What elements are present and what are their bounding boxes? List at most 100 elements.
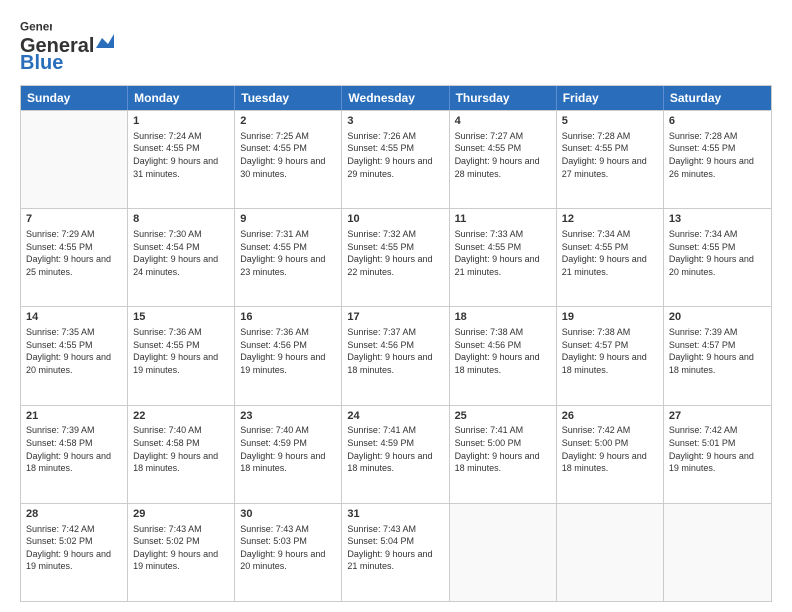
day-cell-5: 5Sunrise: 7:28 AM Sunset: 4:55 PM Daylig… xyxy=(557,111,664,208)
calendar-week-2: 7Sunrise: 7:29 AM Sunset: 4:55 PM Daylig… xyxy=(21,208,771,306)
day-info: Sunrise: 7:35 AM Sunset: 4:55 PM Dayligh… xyxy=(26,326,122,376)
day-info: Sunrise: 7:38 AM Sunset: 4:57 PM Dayligh… xyxy=(562,326,658,376)
day-cell-8: 8Sunrise: 7:30 AM Sunset: 4:54 PM Daylig… xyxy=(128,209,235,306)
day-cell-24: 24Sunrise: 7:41 AM Sunset: 4:59 PM Dayli… xyxy=(342,406,449,503)
day-cell-25: 25Sunrise: 7:41 AM Sunset: 5:00 PM Dayli… xyxy=(450,406,557,503)
day-info: Sunrise: 7:31 AM Sunset: 4:55 PM Dayligh… xyxy=(240,228,336,278)
day-cell-18: 18Sunrise: 7:38 AM Sunset: 4:56 PM Dayli… xyxy=(450,307,557,404)
logo-blue-text: Blue xyxy=(20,52,63,75)
day-info: Sunrise: 7:42 AM Sunset: 5:00 PM Dayligh… xyxy=(562,424,658,474)
day-number: 9 xyxy=(240,212,336,227)
day-cell-6: 6Sunrise: 7:28 AM Sunset: 4:55 PM Daylig… xyxy=(664,111,771,208)
day-cell-14: 14Sunrise: 7:35 AM Sunset: 4:55 PM Dayli… xyxy=(21,307,128,404)
day-info: Sunrise: 7:40 AM Sunset: 4:59 PM Dayligh… xyxy=(240,424,336,474)
day-info: Sunrise: 7:34 AM Sunset: 4:55 PM Dayligh… xyxy=(669,228,766,278)
day-cell-21: 21Sunrise: 7:39 AM Sunset: 4:58 PM Dayli… xyxy=(21,406,128,503)
day-info: Sunrise: 7:43 AM Sunset: 5:02 PM Dayligh… xyxy=(133,523,229,573)
day-cell-23: 23Sunrise: 7:40 AM Sunset: 4:59 PM Dayli… xyxy=(235,406,342,503)
empty-cell xyxy=(21,111,128,208)
day-info: Sunrise: 7:43 AM Sunset: 5:03 PM Dayligh… xyxy=(240,523,336,573)
day-cell-7: 7Sunrise: 7:29 AM Sunset: 4:55 PM Daylig… xyxy=(21,209,128,306)
day-number: 4 xyxy=(455,114,551,129)
day-info: Sunrise: 7:26 AM Sunset: 4:55 PM Dayligh… xyxy=(347,130,443,180)
day-cell-26: 26Sunrise: 7:42 AM Sunset: 5:00 PM Dayli… xyxy=(557,406,664,503)
day-info: Sunrise: 7:42 AM Sunset: 5:02 PM Dayligh… xyxy=(26,523,122,573)
day-number: 15 xyxy=(133,310,229,325)
day-number: 28 xyxy=(26,507,122,522)
day-info: Sunrise: 7:41 AM Sunset: 5:00 PM Dayligh… xyxy=(455,424,551,474)
header-day-tuesday: Tuesday xyxy=(235,86,342,110)
page: General General Blue SundayMondayTuesday… xyxy=(0,0,792,612)
day-number: 31 xyxy=(347,507,443,522)
day-cell-27: 27Sunrise: 7:42 AM Sunset: 5:01 PM Dayli… xyxy=(664,406,771,503)
day-info: Sunrise: 7:30 AM Sunset: 4:54 PM Dayligh… xyxy=(133,228,229,278)
day-number: 22 xyxy=(133,409,229,424)
day-number: 18 xyxy=(455,310,551,325)
header: General General Blue xyxy=(20,18,772,75)
day-cell-1: 1Sunrise: 7:24 AM Sunset: 4:55 PM Daylig… xyxy=(128,111,235,208)
day-number: 5 xyxy=(562,114,658,129)
calendar-week-3: 14Sunrise: 7:35 AM Sunset: 4:55 PM Dayli… xyxy=(21,306,771,404)
calendar-header: SundayMondayTuesdayWednesdayThursdayFrid… xyxy=(21,86,771,110)
day-number: 2 xyxy=(240,114,336,129)
day-cell-15: 15Sunrise: 7:36 AM Sunset: 4:55 PM Dayli… xyxy=(128,307,235,404)
day-cell-30: 30Sunrise: 7:43 AM Sunset: 5:03 PM Dayli… xyxy=(235,504,342,601)
day-cell-4: 4Sunrise: 7:27 AM Sunset: 4:55 PM Daylig… xyxy=(450,111,557,208)
day-number: 13 xyxy=(669,212,766,227)
calendar-week-5: 28Sunrise: 7:42 AM Sunset: 5:02 PM Dayli… xyxy=(21,503,771,601)
day-number: 8 xyxy=(133,212,229,227)
header-day-monday: Monday xyxy=(128,86,235,110)
day-number: 16 xyxy=(240,310,336,325)
day-cell-16: 16Sunrise: 7:36 AM Sunset: 4:56 PM Dayli… xyxy=(235,307,342,404)
day-cell-17: 17Sunrise: 7:37 AM Sunset: 4:56 PM Dayli… xyxy=(342,307,449,404)
day-number: 6 xyxy=(669,114,766,129)
empty-cell xyxy=(664,504,771,601)
day-info: Sunrise: 7:38 AM Sunset: 4:56 PM Dayligh… xyxy=(455,326,551,376)
day-number: 27 xyxy=(669,409,766,424)
day-info: Sunrise: 7:32 AM Sunset: 4:55 PM Dayligh… xyxy=(347,228,443,278)
day-cell-13: 13Sunrise: 7:34 AM Sunset: 4:55 PM Dayli… xyxy=(664,209,771,306)
empty-cell xyxy=(557,504,664,601)
day-info: Sunrise: 7:36 AM Sunset: 4:56 PM Dayligh… xyxy=(240,326,336,376)
day-number: 1 xyxy=(133,114,229,129)
empty-cell xyxy=(450,504,557,601)
day-number: 30 xyxy=(240,507,336,522)
calendar: SundayMondayTuesdayWednesdayThursdayFrid… xyxy=(20,85,772,602)
day-info: Sunrise: 7:42 AM Sunset: 5:01 PM Dayligh… xyxy=(669,424,766,474)
day-number: 19 xyxy=(562,310,658,325)
calendar-week-1: 1Sunrise: 7:24 AM Sunset: 4:55 PM Daylig… xyxy=(21,110,771,208)
day-number: 14 xyxy=(26,310,122,325)
logo-wave-icon xyxy=(96,34,114,52)
logo: General General Blue xyxy=(20,18,114,75)
header-day-wednesday: Wednesday xyxy=(342,86,449,110)
header-day-friday: Friday xyxy=(557,86,664,110)
day-cell-19: 19Sunrise: 7:38 AM Sunset: 4:57 PM Dayli… xyxy=(557,307,664,404)
day-info: Sunrise: 7:24 AM Sunset: 4:55 PM Dayligh… xyxy=(133,130,229,180)
day-info: Sunrise: 7:34 AM Sunset: 4:55 PM Dayligh… xyxy=(562,228,658,278)
day-number: 7 xyxy=(26,212,122,227)
day-info: Sunrise: 7:41 AM Sunset: 4:59 PM Dayligh… xyxy=(347,424,443,474)
day-cell-9: 9Sunrise: 7:31 AM Sunset: 4:55 PM Daylig… xyxy=(235,209,342,306)
day-number: 23 xyxy=(240,409,336,424)
day-number: 17 xyxy=(347,310,443,325)
day-number: 3 xyxy=(347,114,443,129)
header-day-thursday: Thursday xyxy=(450,86,557,110)
day-info: Sunrise: 7:33 AM Sunset: 4:55 PM Dayligh… xyxy=(455,228,551,278)
day-cell-22: 22Sunrise: 7:40 AM Sunset: 4:58 PM Dayli… xyxy=(128,406,235,503)
day-cell-2: 2Sunrise: 7:25 AM Sunset: 4:55 PM Daylig… xyxy=(235,111,342,208)
day-number: 29 xyxy=(133,507,229,522)
day-number: 11 xyxy=(455,212,551,227)
calendar-body: 1Sunrise: 7:24 AM Sunset: 4:55 PM Daylig… xyxy=(21,110,771,601)
day-number: 12 xyxy=(562,212,658,227)
day-cell-11: 11Sunrise: 7:33 AM Sunset: 4:55 PM Dayli… xyxy=(450,209,557,306)
day-number: 20 xyxy=(669,310,766,325)
day-info: Sunrise: 7:37 AM Sunset: 4:56 PM Dayligh… xyxy=(347,326,443,376)
day-info: Sunrise: 7:36 AM Sunset: 4:55 PM Dayligh… xyxy=(133,326,229,376)
day-info: Sunrise: 7:25 AM Sunset: 4:55 PM Dayligh… xyxy=(240,130,336,180)
day-number: 25 xyxy=(455,409,551,424)
day-info: Sunrise: 7:28 AM Sunset: 4:55 PM Dayligh… xyxy=(669,130,766,180)
day-cell-28: 28Sunrise: 7:42 AM Sunset: 5:02 PM Dayli… xyxy=(21,504,128,601)
calendar-week-4: 21Sunrise: 7:39 AM Sunset: 4:58 PM Dayli… xyxy=(21,405,771,503)
day-info: Sunrise: 7:29 AM Sunset: 4:55 PM Dayligh… xyxy=(26,228,122,278)
day-cell-20: 20Sunrise: 7:39 AM Sunset: 4:57 PM Dayli… xyxy=(664,307,771,404)
